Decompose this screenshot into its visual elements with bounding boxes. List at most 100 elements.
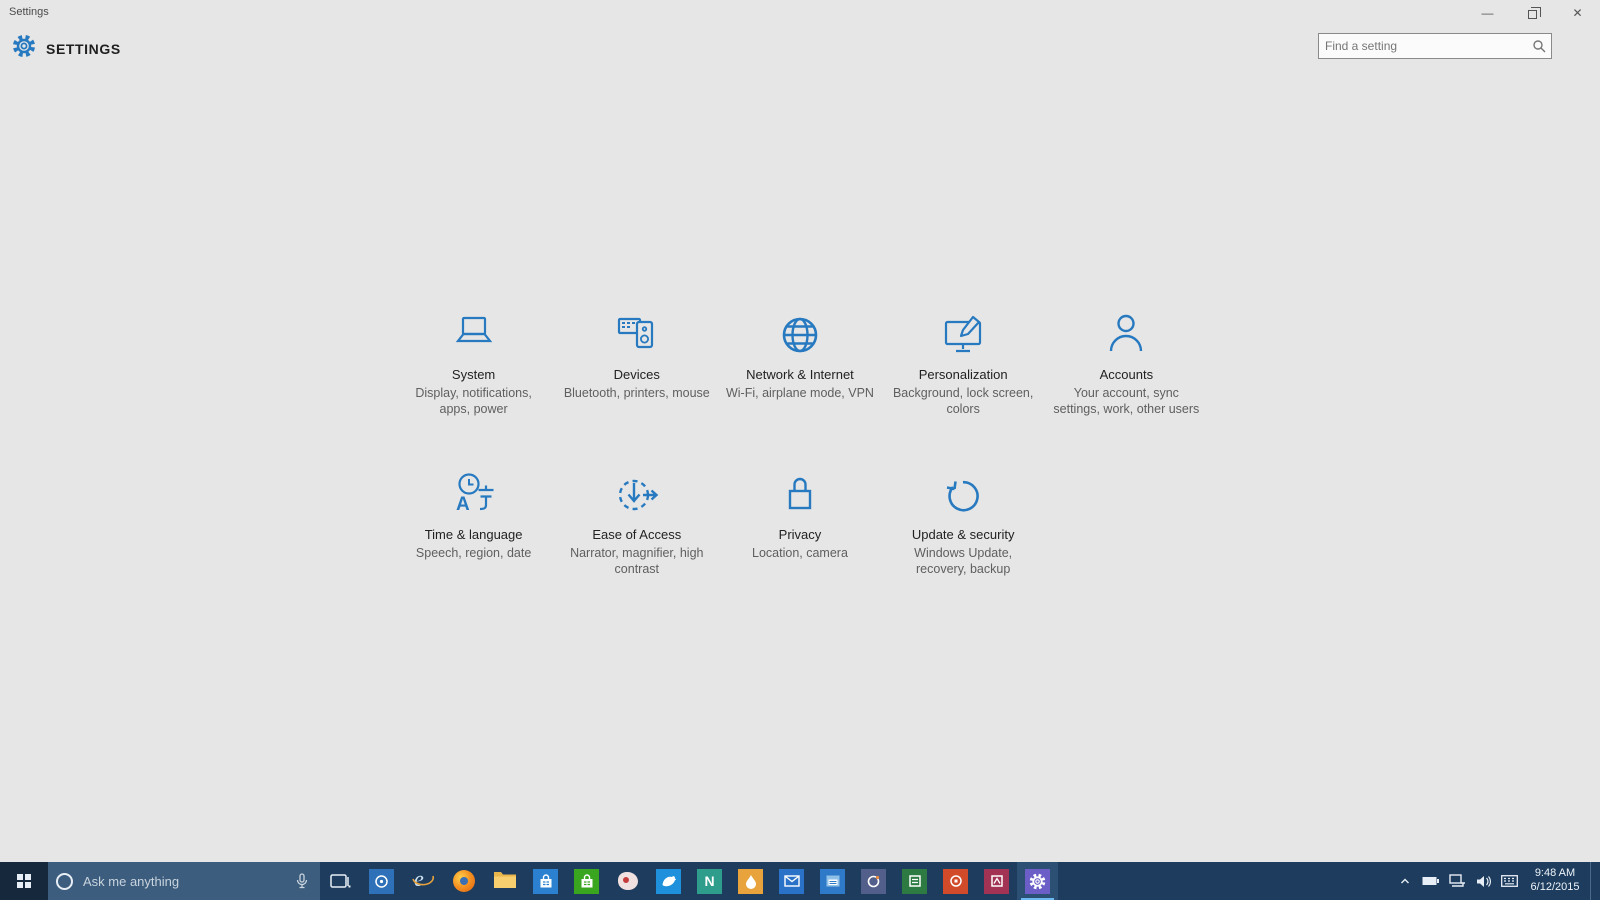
tile-devices[interactable]: Devices Bluetooth, printers, mouse xyxy=(555,302,718,418)
store-beta-button[interactable] xyxy=(566,862,607,900)
blue-window-app-button[interactable] xyxy=(812,862,853,900)
red-app-button[interactable] xyxy=(935,862,976,900)
firefox-button[interactable] xyxy=(443,862,484,900)
devices-icon xyxy=(613,302,661,358)
cortana-search-box[interactable]: Ask me anything xyxy=(48,862,320,900)
find-setting-input[interactable] xyxy=(1319,39,1527,53)
green-app-icon xyxy=(902,869,927,894)
time-language-icon: A xyxy=(450,462,498,518)
settings-app-gear-icon xyxy=(1025,869,1050,894)
tile-accounts[interactable]: Accounts Your account, sync settings, wo… xyxy=(1045,302,1208,418)
store-beta-bag-icon xyxy=(574,869,599,894)
update-refresh-icon xyxy=(939,462,987,518)
insider-hub-button[interactable] xyxy=(361,862,402,900)
show-desktop-button[interactable] xyxy=(1590,862,1596,900)
system-tray: 9:48 AM 6/12/2015 xyxy=(1394,862,1600,900)
file-explorer-button[interactable] xyxy=(484,862,525,900)
cortana-icon xyxy=(56,873,73,890)
tile-subtitle: Your account, sync settings, work, other… xyxy=(1051,385,1201,418)
windows-logo-icon xyxy=(17,874,32,889)
touch-keyboard-icon[interactable] xyxy=(1498,862,1520,900)
task-view-button[interactable] xyxy=(320,862,361,900)
taskbar-spacer xyxy=(1058,862,1394,900)
slate-app-button[interactable] xyxy=(853,862,894,900)
store-bag-icon xyxy=(533,869,558,894)
orange-app-button[interactable] xyxy=(730,862,771,900)
microphone-icon[interactable] xyxy=(292,873,312,889)
tile-subtitle: Background, lock screen, colors xyxy=(888,385,1038,418)
tile-system[interactable]: System Display, notifications, apps, pow… xyxy=(392,302,555,418)
show-hidden-icons-chevron-icon[interactable] xyxy=(1394,862,1416,900)
onenote-icon: N xyxy=(697,869,722,894)
globe-icon xyxy=(776,302,824,358)
firefox-icon xyxy=(453,870,475,892)
lock-icon xyxy=(776,462,824,518)
slate-app-icon xyxy=(861,869,886,894)
person-icon xyxy=(1102,302,1150,358)
tile-network-internet[interactable]: Network & Internet Wi-Fi, airplane mode,… xyxy=(718,302,881,418)
game-app-icon xyxy=(618,872,638,890)
settings-app-button[interactable] xyxy=(1017,862,1058,900)
window-title: Settings xyxy=(9,6,49,18)
game-app-button[interactable] xyxy=(607,862,648,900)
internet-explorer-button[interactable]: e xyxy=(402,862,443,900)
insider-hub-icon xyxy=(369,869,394,894)
cortana-placeholder: Ask me anything xyxy=(83,874,292,889)
tile-title: Privacy xyxy=(779,527,822,542)
tile-title: Time & language xyxy=(425,527,523,542)
clock[interactable]: 9:48 AM 6/12/2015 xyxy=(1524,867,1586,895)
tile-time-language[interactable]: A Time & language Speech, region, date xyxy=(392,462,555,578)
titlebar: Settings — ✕ xyxy=(0,0,1600,26)
page-title: SETTINGS xyxy=(46,41,121,57)
app-header: SETTINGS xyxy=(0,26,1600,76)
internet-explorer-icon: e xyxy=(410,867,436,896)
tile-privacy[interactable]: Privacy Location, camera xyxy=(718,462,881,578)
tile-ease-of-access[interactable]: Ease of Access Narrator, magnifier, high… xyxy=(555,462,718,578)
window-controls: — ✕ xyxy=(1465,0,1600,26)
ease-of-access-icon xyxy=(613,462,661,518)
clock-time: 9:48 AM xyxy=(1527,867,1583,881)
green-app-button[interactable] xyxy=(894,862,935,900)
tile-subtitle: Windows Update, recovery, backup xyxy=(888,545,1038,578)
store-button[interactable] xyxy=(525,862,566,900)
minimize-button[interactable]: — xyxy=(1465,0,1510,26)
maroon-app-icon xyxy=(984,869,1009,894)
close-button[interactable]: ✕ xyxy=(1555,0,1600,26)
tile-title: Update & security xyxy=(912,527,1015,542)
settings-grid: System Display, notifications, apps, pow… xyxy=(392,302,1208,577)
tile-subtitle: Display, notifications, apps, power xyxy=(399,385,549,418)
laptop-icon xyxy=(450,302,498,358)
tile-personalization[interactable]: Personalization Background, lock screen,… xyxy=(882,302,1045,418)
orange-app-icon xyxy=(738,869,763,894)
find-setting-searchbox[interactable] xyxy=(1318,33,1552,59)
tile-title: Network & Internet xyxy=(746,367,854,382)
bird-app-icon xyxy=(656,869,681,894)
tile-subtitle: Speech, region, date xyxy=(399,545,549,561)
svg-text:A: A xyxy=(456,494,470,515)
mail-envelope-icon xyxy=(779,869,804,894)
start-button[interactable] xyxy=(0,862,48,900)
tile-subtitle: Wi-Fi, airplane mode, VPN xyxy=(725,385,875,401)
tile-update-security[interactable]: Update & security Windows Update, recove… xyxy=(882,462,1045,578)
battery-icon[interactable] xyxy=(1420,862,1442,900)
folder-icon xyxy=(493,869,517,894)
maroon-app-button[interactable] xyxy=(976,862,1017,900)
personalization-icon xyxy=(939,302,987,358)
search-icon[interactable] xyxy=(1527,39,1551,53)
volume-icon[interactable] xyxy=(1472,862,1494,900)
tile-subtitle: Bluetooth, printers, mouse xyxy=(562,385,712,401)
restore-button[interactable] xyxy=(1510,0,1555,26)
settings-gear-icon xyxy=(12,34,36,63)
red-app-icon xyxy=(943,869,968,894)
restore-icon xyxy=(1528,10,1537,19)
tile-title: Ease of Access xyxy=(592,527,681,542)
onenote-button[interactable]: N xyxy=(689,862,730,900)
ie-e-glyph: e xyxy=(414,867,424,891)
mail-button[interactable] xyxy=(771,862,812,900)
clock-date: 6/12/2015 xyxy=(1527,881,1583,895)
network-icon[interactable] xyxy=(1446,862,1468,900)
bird-app-button[interactable] xyxy=(648,862,689,900)
tile-subtitle: Location, camera xyxy=(725,545,875,561)
tile-title: Personalization xyxy=(919,367,1008,382)
tile-title: Accounts xyxy=(1100,367,1153,382)
